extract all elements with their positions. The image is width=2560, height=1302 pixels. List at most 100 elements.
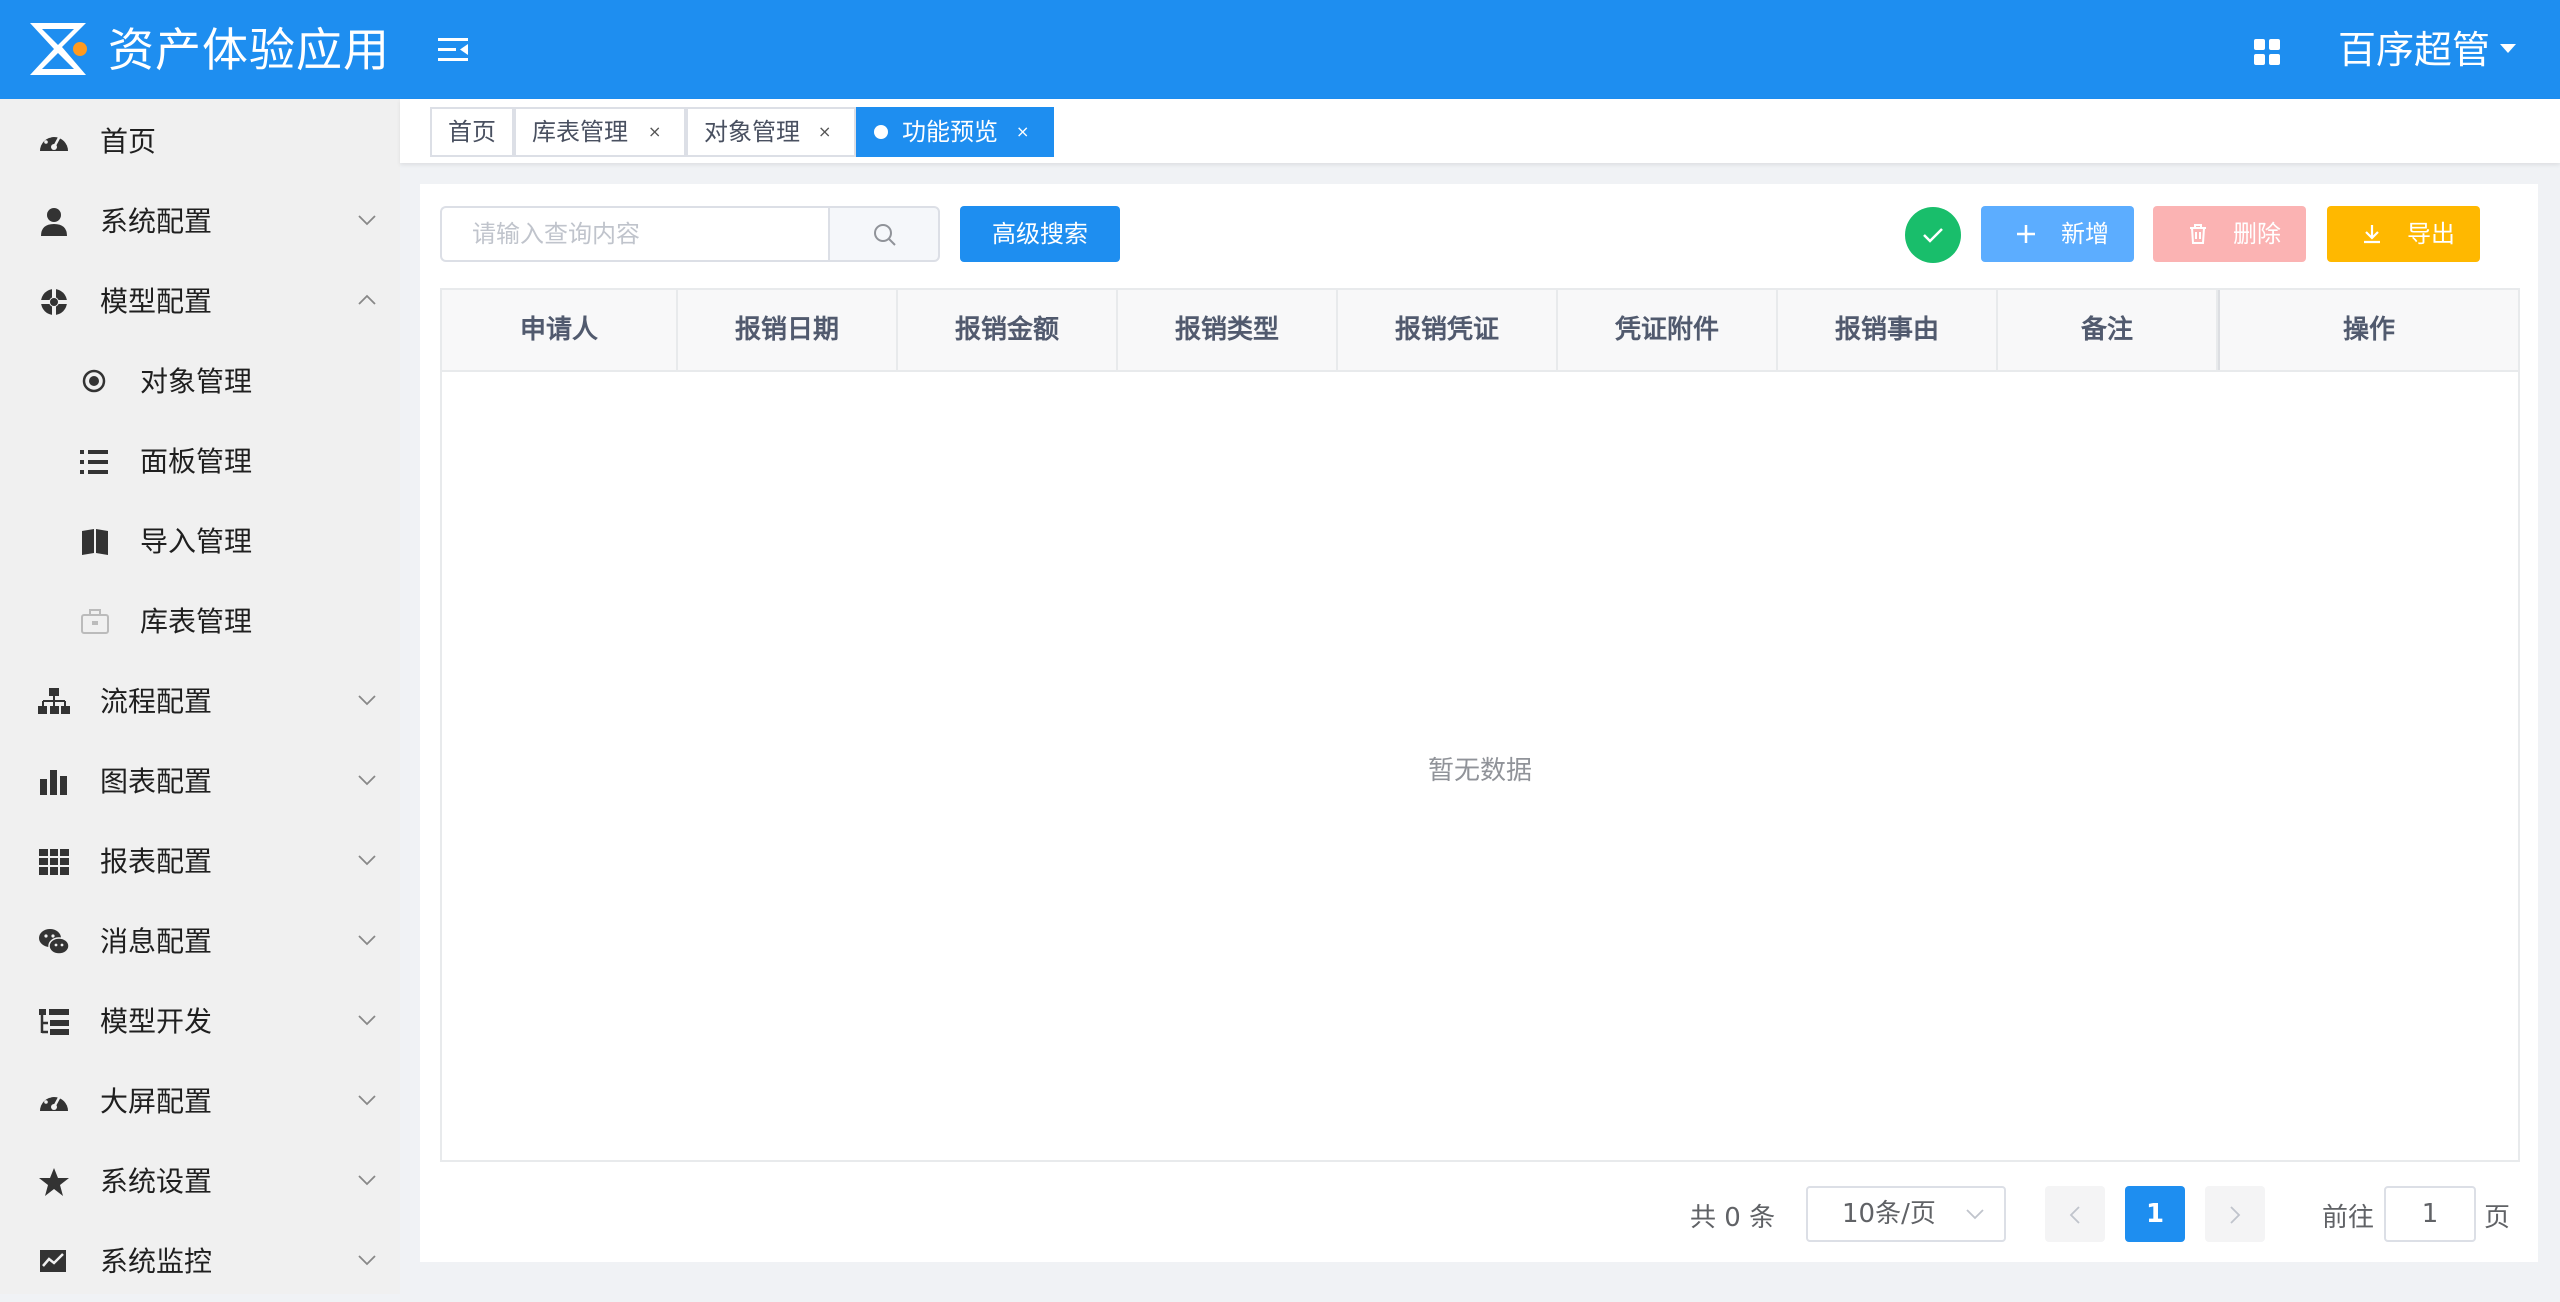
column-header-date[interactable]: 报销日期	[678, 290, 898, 370]
dashboard-icon	[40, 1094, 68, 1111]
check-icon[interactable]	[1905, 207, 1961, 263]
sidebar-item-object-management[interactable]: 对象管理	[0, 342, 400, 422]
table-icon	[39, 849, 69, 875]
search-icon	[874, 224, 896, 246]
sidebar-item-chart-config[interactable]: 图表配置	[0, 742, 400, 822]
dashboard-icon	[40, 134, 68, 151]
sidebar-item-label: 图表配置	[100, 765, 213, 798]
prev-page-button[interactable]	[2045, 1186, 2105, 1242]
column-header-attachment[interactable]: 凭证附件	[1558, 290, 1778, 370]
tab-object-management[interactable]: 对象管理 ×	[686, 107, 856, 157]
next-page-button[interactable]	[2205, 1186, 2265, 1242]
sidebar-item-label: 模型开发	[100, 1005, 213, 1038]
app-logo-icon	[30, 23, 87, 75]
sidebar-item-label: 系统监控	[100, 1245, 213, 1278]
top-header: 资产体验应用 百序超管	[0, 0, 2560, 99]
column-header-applicant[interactable]: 申请人	[442, 290, 678, 370]
tab-label: 对象管理	[704, 118, 800, 146]
sidebar-item-panel-management[interactable]: 面板管理	[0, 422, 400, 502]
tab-label: 功能预览	[902, 118, 998, 146]
page-number-current[interactable]: 1	[2125, 1186, 2185, 1242]
sidebar-item-label: 库表管理	[140, 605, 253, 638]
user-menu[interactable]: 百序超管	[2338, 18, 2490, 82]
menu-collapse-icon[interactable]	[436, 34, 472, 66]
search-input[interactable]: 请输入查询内容	[440, 206, 830, 262]
page-size-value: 10条/页	[1842, 1199, 1936, 1229]
sidebar-item-label: 流程配置	[100, 685, 213, 718]
advanced-search-button[interactable]: 高级搜索	[960, 206, 1120, 262]
search-button[interactable]	[828, 206, 940, 262]
briefcase-icon	[81, 609, 109, 634]
sidebar-item-label: 大屏配置	[100, 1085, 213, 1118]
sidebar-item-home[interactable]: 首页	[0, 102, 400, 182]
sidebar-item-table-management[interactable]: 库表管理	[0, 582, 400, 662]
page-size-select[interactable]: 10条/页	[1806, 1186, 2006, 1242]
pagination-total: 共 0 条	[1690, 1203, 1776, 1233]
sidebar-item-model-config[interactable]: 模型配置	[0, 262, 400, 342]
wechat-icon	[39, 929, 70, 955]
chevron-left-icon	[2069, 1206, 2080, 1224]
column-header-amount[interactable]: 报销金额	[898, 290, 1118, 370]
sidebar-item-label: 首页	[100, 125, 157, 158]
tab-home[interactable]: 首页	[430, 107, 514, 157]
sidebar-item-system-settings[interactable]: 系统设置	[0, 1142, 400, 1222]
monitor-icon	[40, 1250, 66, 1272]
chevron-down-icon	[1966, 1209, 1984, 1220]
column-header-actions[interactable]: 操作	[2218, 290, 2518, 370]
sidebar-item-label: 消息配置	[100, 925, 213, 958]
sidebar-item-import-management[interactable]: 导入管理	[0, 502, 400, 582]
goto-label: 前往	[2322, 1203, 2375, 1233]
sidebar-item-label: 系统配置	[100, 205, 213, 238]
active-dot-icon	[874, 125, 888, 139]
sidebar-item-system-monitor[interactable]: 系统监控	[0, 1222, 400, 1302]
tab-feature-preview[interactable]: 功能预览 ×	[856, 107, 1054, 157]
sidebar-item-process-config[interactable]: 流程配置	[0, 662, 400, 742]
close-icon[interactable]: ×	[818, 109, 831, 155]
column-header-type[interactable]: 报销类型	[1118, 290, 1338, 370]
chevron-down-icon	[358, 775, 376, 786]
column-header-reason[interactable]: 报销事由	[1778, 290, 1998, 370]
sidebar-item-label: 面板管理	[140, 445, 253, 478]
user-icon	[41, 208, 67, 236]
close-icon[interactable]: ×	[1016, 109, 1029, 155]
column-header-remarks[interactable]: 备注	[1998, 290, 2218, 370]
apps-grid-icon[interactable]	[2252, 37, 2282, 67]
add-button[interactable]: 新增	[1981, 206, 2134, 262]
tab-label: 首页	[448, 118, 496, 146]
sidebar-item-label: 系统设置	[100, 1165, 213, 1198]
caret-down-icon[interactable]	[2500, 44, 2516, 53]
export-button-label: 导出	[2407, 220, 2455, 248]
tab-label: 库表管理	[532, 118, 628, 146]
plus-icon	[2017, 225, 2035, 243]
app-title: 资产体验应用	[108, 23, 390, 77]
chevron-down-icon	[358, 935, 376, 946]
bar-chart-icon	[40, 770, 67, 795]
chevron-down-icon	[358, 1255, 376, 1266]
star-icon	[39, 1168, 69, 1196]
goto-page-input[interactable]: 1	[2384, 1186, 2476, 1242]
sidebar-item-message-config[interactable]: 消息配置	[0, 902, 400, 982]
close-icon[interactable]: ×	[648, 109, 661, 155]
delete-button[interactable]: 删除	[2153, 206, 2306, 262]
empty-state: 暂无数据	[1427, 756, 1532, 786]
download-icon	[2364, 225, 2380, 244]
chevron-down-icon	[358, 215, 376, 226]
book-icon	[82, 529, 108, 555]
sidebar-item-model-development[interactable]: 模型开发	[0, 982, 400, 1062]
chevron-down-icon	[358, 695, 376, 706]
tree-icon	[39, 1009, 69, 1035]
tab-table-management[interactable]: 库表管理 ×	[514, 107, 686, 157]
sidebar-item-system-config[interactable]: 系统配置	[0, 182, 400, 262]
delete-button-label: 删除	[2233, 220, 2281, 248]
sidebar-item-screen-config[interactable]: 大屏配置	[0, 1062, 400, 1142]
sidebar-item-report-config[interactable]: 报表配置	[0, 822, 400, 902]
data-table: 申请人 报销日期 报销金额 报销类型 报销凭证 凭证附件 报销事由 备注 操作 …	[440, 288, 2520, 1162]
chevron-right-icon	[2230, 1206, 2241, 1224]
export-button[interactable]: 导出	[2327, 206, 2480, 262]
page-suffix: 页	[2484, 1203, 2511, 1233]
sidebar: 首页 系统配置 模型配置 对象管理 面板管理 导入管理 库表管理 流程配置 图表…	[0, 99, 400, 1294]
column-header-voucher[interactable]: 报销凭证	[1338, 290, 1558, 370]
table-header: 申请人 报销日期 报销金额 报销类型 报销凭证 凭证附件 报销事由 备注 操作	[442, 290, 2518, 372]
chevron-down-icon	[358, 1015, 376, 1026]
sidebar-item-label: 对象管理	[140, 365, 253, 398]
